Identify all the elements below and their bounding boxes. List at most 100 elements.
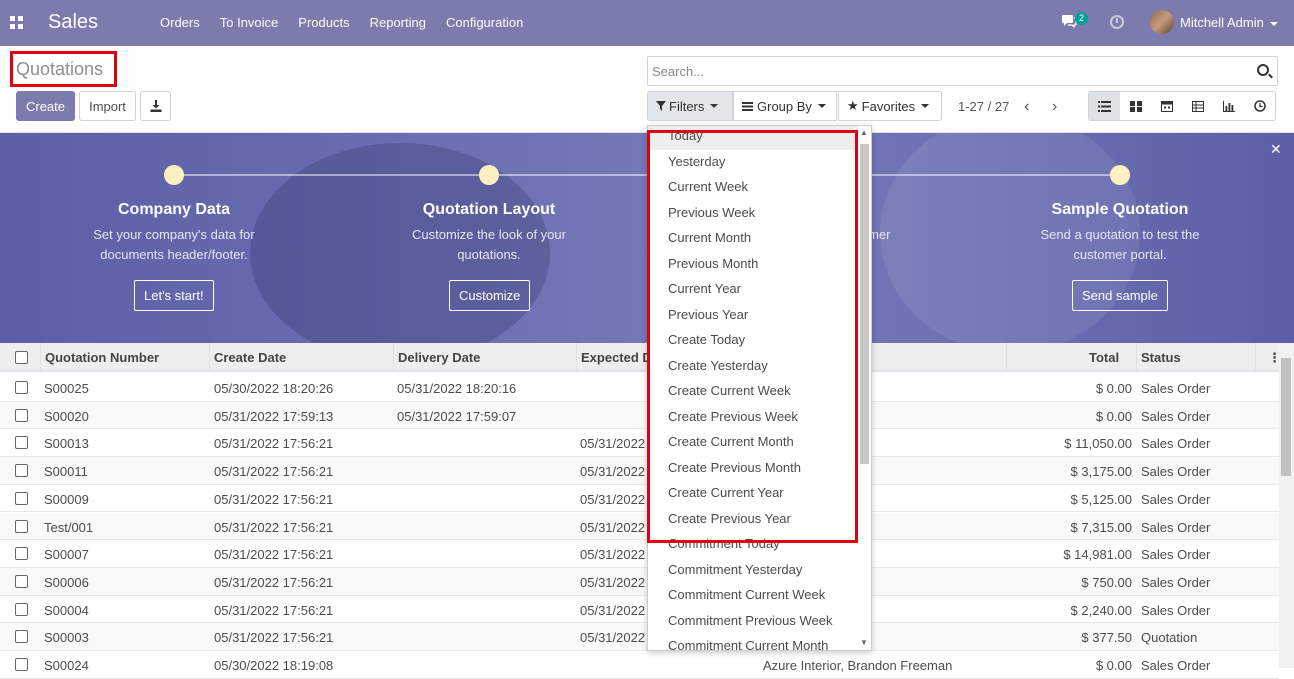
row-checkbox[interactable] bbox=[15, 630, 28, 644]
customize-button[interactable]: Customize bbox=[449, 280, 531, 311]
activity-view-icon[interactable] bbox=[1244, 92, 1275, 120]
filter-option[interactable]: Commitment Previous Week bbox=[648, 609, 857, 635]
step-title: Company Data bbox=[117, 201, 231, 218]
row-checkbox[interactable] bbox=[15, 658, 28, 671]
total-cell: $ 14,981.00 bbox=[1063, 547, 1132, 563]
customer-cell: Azure Interior, Brandon Freeman bbox=[763, 658, 953, 673]
dropdown-scrollbar[interactable]: ▲ ▼ bbox=[857, 126, 871, 650]
chevron-down-icon bbox=[921, 104, 930, 108]
scrollbar-thumb[interactable] bbox=[1281, 358, 1291, 476]
status-cell: Sales Order bbox=[1141, 547, 1211, 563]
menu-products[interactable]: Products bbox=[288, 0, 359, 46]
close-icon[interactable]: ✕ bbox=[1270, 141, 1282, 158]
filter-option[interactable]: Commitment Current Month bbox=[648, 634, 857, 650]
column-quotation-number[interactable]: Quotation Number bbox=[45, 350, 159, 365]
total-cell: $ 0.00 bbox=[1095, 658, 1132, 673]
filter-option[interactable]: Commitment Current Week bbox=[648, 583, 857, 609]
table-row[interactable]: S00011 05/31/2022 17:56:21 05/31/2022 $ 3,1… bbox=[0, 457, 1279, 485]
expected-date-cell: 05/31/2022 bbox=[580, 436, 646, 452]
search-icon[interactable] bbox=[1257, 64, 1269, 76]
row-checkbox[interactable] bbox=[15, 464, 28, 478]
scroll-up-icon[interactable]: ▲ bbox=[860, 128, 868, 137]
chevron-down-icon bbox=[817, 104, 826, 108]
row-checkbox[interactable] bbox=[15, 602, 28, 616]
create-date-cell: 05/30/2022 18:20:26 bbox=[214, 381, 334, 396]
quotation-number-cell: S00013 bbox=[44, 436, 89, 452]
filter-option[interactable]: Commitment Yesterday bbox=[648, 558, 857, 584]
table-row[interactable]: S00024 05/30/2022 18:19:08 Azure Interior,… bbox=[0, 651, 1279, 679]
pager-next-icon[interactable]: › bbox=[1052, 98, 1057, 116]
row-checkbox[interactable] bbox=[15, 491, 28, 505]
select-all-checkbox[interactable] bbox=[15, 351, 28, 364]
expected-date-cell: 05/31/2022 bbox=[580, 602, 646, 618]
table-row[interactable]: S00006 05/31/2022 17:56:21 05/31/2022 $ 750… bbox=[0, 567, 1279, 596]
graph-view-icon[interactable] bbox=[1213, 92, 1244, 120]
expected-date-cell: 05/31/2022 bbox=[580, 547, 646, 563]
status-cell: Sales Order bbox=[1141, 436, 1211, 452]
table-row[interactable]: S00007 05/31/2022 17:56:21 05/31/2022 $ 14,… bbox=[0, 540, 1279, 568]
quotation-number-cell: S00006 bbox=[44, 574, 89, 590]
activity-clock-icon[interactable] bbox=[1110, 15, 1124, 29]
row-checkbox[interactable] bbox=[15, 436, 28, 450]
scroll-down-icon[interactable]: ▼ bbox=[860, 638, 868, 647]
status-cell: Sales Order bbox=[1141, 574, 1211, 590]
pager-value[interactable]: 1-27 / 27 bbox=[958, 99, 1009, 114]
send-sample-button[interactable]: Send sample bbox=[1072, 280, 1168, 311]
table-row[interactable]: S00013 05/31/2022 17:56:21 05/31/2022 $ 11,… bbox=[0, 429, 1279, 458]
expected-date-cell: 05/31/2022 bbox=[580, 464, 646, 480]
row-checkbox[interactable] bbox=[15, 408, 28, 422]
highlight-box bbox=[647, 130, 858, 543]
list-view-icon[interactable] bbox=[1089, 92, 1120, 120]
quotation-number-cell: S00003 bbox=[44, 630, 89, 646]
apps-menu-icon[interactable] bbox=[10, 16, 23, 29]
column-status[interactable]: Status bbox=[1141, 350, 1181, 365]
step-dot bbox=[479, 165, 499, 185]
page-scrollbar[interactable] bbox=[1279, 343, 1294, 668]
create-date-cell: 05/31/2022 17:56:21 bbox=[214, 630, 334, 646]
table-row[interactable]: Test/001 05/31/2022 17:56:21 05/31/2022 $ 7… bbox=[0, 512, 1279, 541]
table-row[interactable]: S00003 05/31/2022 17:56:21 05/31/2022 $ 377… bbox=[0, 623, 1279, 651]
pager-previous-icon[interactable]: ‹ bbox=[1024, 98, 1029, 116]
menu-orders[interactable]: Orders bbox=[150, 0, 210, 46]
import-button[interactable]: Import bbox=[79, 91, 136, 121]
user-menu[interactable]: Mitchell Admin bbox=[1180, 15, 1278, 30]
row-checkbox[interactable] bbox=[15, 519, 28, 533]
column-delivery-date[interactable]: Delivery Date bbox=[398, 350, 480, 365]
user-avatar[interactable] bbox=[1150, 10, 1174, 34]
row-checkbox[interactable] bbox=[15, 381, 28, 394]
total-cell: $ 377.50 bbox=[1081, 630, 1132, 646]
lets-start-button[interactable]: Let's start! bbox=[134, 280, 214, 311]
filters-button[interactable]: Filters bbox=[647, 91, 733, 121]
table-row[interactable]: S00004 05/31/2022 17:56:21 05/31/2022 $ 2,2… bbox=[0, 596, 1279, 624]
total-cell: $ 7,315.00 bbox=[1070, 519, 1132, 535]
favorites-button[interactable]: ★ Favorites bbox=[838, 91, 942, 121]
kanban-view-icon[interactable] bbox=[1120, 92, 1151, 120]
list-icon bbox=[742, 102, 753, 111]
expected-date-cell: 05/31/2022 bbox=[580, 491, 646, 507]
menu-configuration[interactable]: Configuration bbox=[436, 0, 533, 46]
search-input[interactable]: Search... bbox=[647, 56, 1278, 86]
chevron-down-icon bbox=[1269, 21, 1278, 26]
view-switcher bbox=[1088, 91, 1276, 121]
calendar-view-icon[interactable] bbox=[1151, 92, 1182, 120]
create-button[interactable]: Create bbox=[16, 91, 75, 121]
table-row[interactable]: S00009 05/31/2022 17:56:21 05/31/2022 $ 5,1… bbox=[0, 485, 1279, 513]
table-row[interactable]: S00020 05/31/2022 17:59:13 05/31/2022 17:5… bbox=[0, 401, 1279, 430]
total-cell: $ 0.00 bbox=[1095, 408, 1132, 424]
dropdown-scroll-thumb[interactable] bbox=[860, 144, 869, 464]
group-by-button[interactable]: Group By bbox=[733, 91, 837, 121]
download-button[interactable] bbox=[140, 91, 171, 121]
row-checkbox[interactable] bbox=[15, 547, 28, 561]
favorites-label: Favorites bbox=[861, 98, 916, 114]
app-name[interactable]: Sales bbox=[48, 11, 98, 34]
column-create-date[interactable]: Create Date bbox=[214, 350, 286, 365]
row-checkbox[interactable] bbox=[15, 574, 28, 588]
column-expected-date[interactable]: Expected D bbox=[581, 350, 652, 365]
pivot-view-icon[interactable] bbox=[1182, 92, 1213, 120]
filters-label: Filters bbox=[669, 98, 705, 114]
column-total[interactable]: Total bbox=[1089, 350, 1119, 365]
menu-to-invoice[interactable]: To Invoice bbox=[210, 0, 289, 46]
quotation-number-cell: S00024 bbox=[44, 658, 89, 673]
table-row[interactable]: S00025 05/30/2022 18:20:26 05/31/2022 18:2… bbox=[0, 374, 1279, 402]
menu-reporting[interactable]: Reporting bbox=[360, 0, 436, 46]
